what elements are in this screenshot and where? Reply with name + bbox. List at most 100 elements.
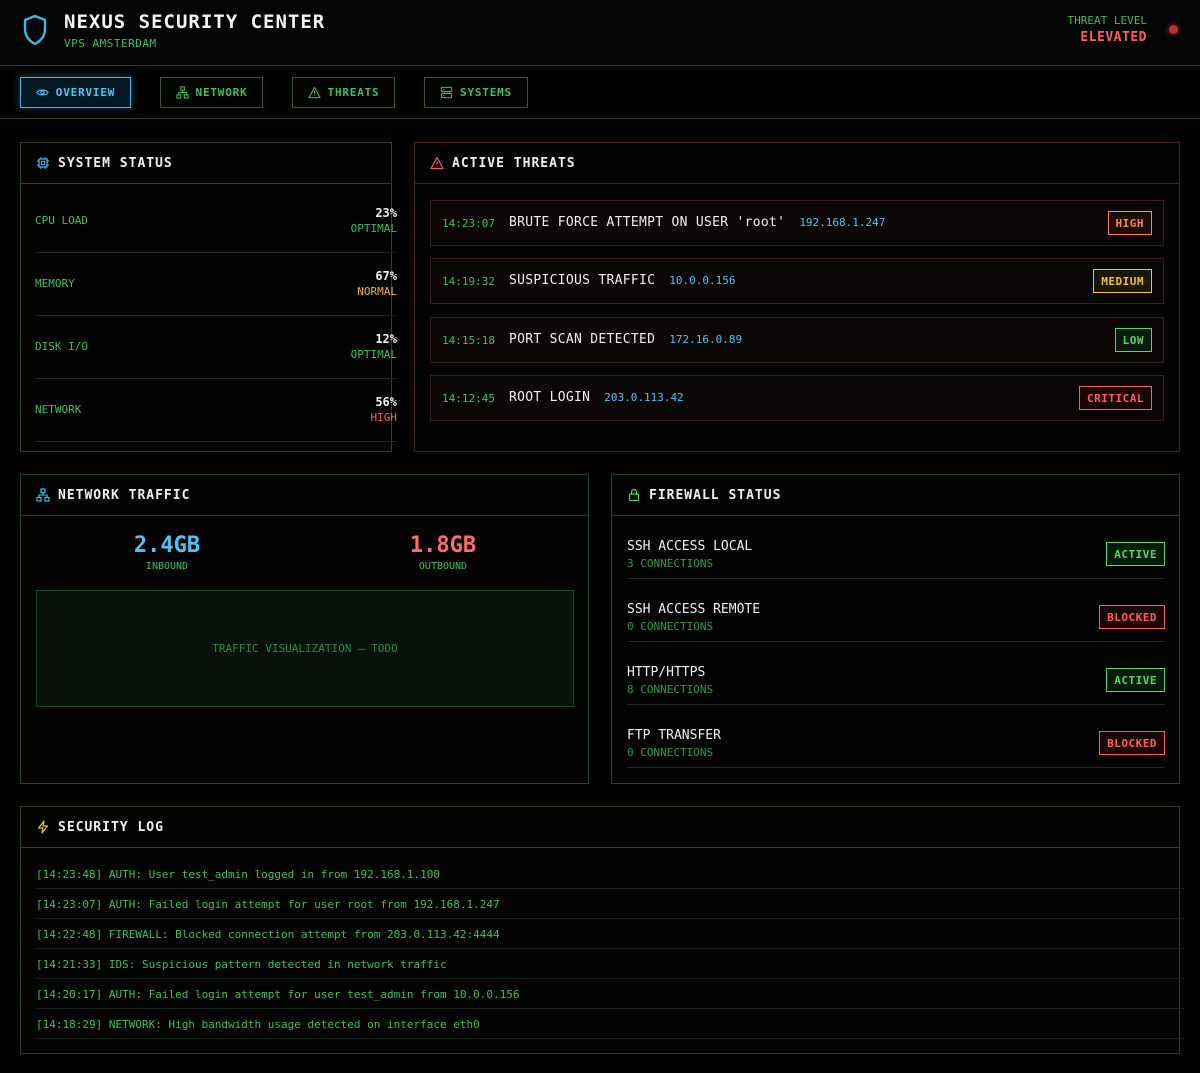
panel-header: ACTIVE THREATS [415, 143, 1179, 184]
app-header: NEXUS SECURITY CENTER VPS AMSTERDAM THRE… [0, 0, 1200, 66]
threat-ip: 172.16.0.89 [669, 333, 743, 346]
stat-name: NETWORK [35, 403, 82, 416]
threat-message: ROOT LOGIN [509, 390, 591, 405]
firewall-rule-row[interactable]: SSH ACCESS REMOTE 0 CONNECTIONS BLOCKED [627, 579, 1165, 642]
stat-state: OPTIMAL [350, 222, 397, 235]
lock-icon [628, 488, 640, 502]
threat-indicator-dot [1169, 25, 1178, 34]
stat-row-network: NETWORK 56% HIGH [35, 379, 397, 442]
app-title: NEXUS SECURITY CENTER [64, 11, 326, 33]
traffic-visualization: TRAFFIC VISUALIZATION — TODO [36, 590, 574, 707]
log-entry: [14:23:07] AUTH: Failed login attempt fo… [36, 889, 1184, 919]
tab-threats[interactable]: THREATS [292, 77, 395, 108]
outbound-value: 1.8GB [409, 533, 477, 558]
tab-bar: OVERVIEW NETWORK THREATS SYSTEMS [0, 66, 1200, 119]
rule-status-badge: BLOCKED [1099, 731, 1165, 755]
panel-title: SECURITY LOG [58, 819, 164, 835]
viz-placeholder-text: TRAFFIC VISUALIZATION — TODO [212, 642, 398, 655]
log-entry: [14:20:17] AUTH: Failed login attempt fo… [36, 979, 1184, 1009]
severity-badge: HIGH [1107, 211, 1152, 235]
rule-status-badge: ACTIVE [1106, 542, 1165, 566]
rule-name: SSH ACCESS REMOTE [627, 602, 761, 617]
inbound-value: 2.4GB [133, 533, 201, 558]
threat-time: 14:23:07 [442, 217, 495, 230]
threat-row[interactable]: 14:19:32 SUSPICIOUS TRAFFIC 10.0.0.156 ME… [430, 258, 1164, 304]
log-entry: [14:21:33] IDS: Suspicious pattern detec… [36, 949, 1184, 979]
threat-time: 14:12:45 [442, 392, 495, 405]
rule-name: HTTP/HTTPS [627, 665, 706, 680]
outbound-label: OUTBOUND [418, 561, 468, 572]
log-entry: [14:18:29] NETWORK: High bandwidth usage… [36, 1009, 1184, 1039]
network-traffic-panel: NETWORK TRAFFIC 2.4GB INBOUND 1.8GB OUTB… [20, 474, 589, 784]
threat-time: 14:19:32 [442, 275, 495, 288]
threat-time: 14:15:18 [442, 334, 495, 347]
rule-connections: 8 CONNECTIONS [627, 683, 714, 696]
stat-name: CPU LOAD [35, 214, 88, 227]
stat-value: 67% [375, 269, 397, 283]
firewall-status-panel: FIREWALL STATUS SSH ACCESS LOCAL 3 CONNE… [611, 474, 1180, 784]
stat-state: OPTIMAL [350, 348, 397, 361]
rule-name: FTP TRANSFER [627, 728, 721, 743]
panel-title: ACTIVE THREATS [452, 155, 576, 171]
log-entry: [14:23:48] AUTH: User test_admin logged … [36, 859, 1184, 889]
shield-logo-icon [23, 14, 47, 46]
stat-value: 56% [375, 395, 397, 409]
inbound-label: INBOUND [145, 561, 189, 572]
panel-header: SYSTEM STATUS [21, 143, 391, 184]
alert-triangle-icon [430, 156, 444, 170]
rule-status-badge: ACTIVE [1106, 668, 1165, 692]
threat-ip: 10.0.0.156 [669, 274, 736, 287]
stat-row-disk: DISK I/O 12% OPTIMAL [35, 316, 397, 379]
rule-connections: 0 CONNECTIONS [627, 746, 714, 759]
tab-overview[interactable]: OVERVIEW [20, 77, 131, 108]
log-entry: [14:22:48] FIREWALL: Blocked connection … [36, 919, 1184, 949]
rule-connections: 0 CONNECTIONS [627, 620, 714, 633]
security-log-panel: SECURITY LOG [14:23:48] AUTH: User test_… [20, 806, 1184, 1054]
stat-row-cpu: CPU LOAD 23% OPTIMAL [35, 190, 397, 253]
stat-row-memory: MEMORY 67% NORMAL [35, 253, 397, 316]
threat-ip: 203.0.113.42 [604, 391, 684, 404]
tab-label: SYSTEMS [460, 86, 512, 99]
tab-label: THREATS [327, 86, 380, 99]
system-status-panel: SYSTEM STATUS CPU LOAD 23% OPTIMAL MEMOR… [20, 142, 397, 452]
tab-systems[interactable]: SYSTEMS [424, 77, 528, 108]
cpu-icon [37, 157, 49, 169]
threat-row[interactable]: 14:12:45 ROOT LOGIN 203.0.113.42 CRITICAL [430, 375, 1164, 421]
threat-ip: 192.168.1.247 [799, 216, 886, 229]
firewall-rule-row[interactable]: FTP TRANSFER 0 CONNECTIONS BLOCKED [627, 705, 1165, 768]
panel-title: FIREWALL STATUS [649, 487, 782, 503]
panel-title: NETWORK TRAFFIC [58, 487, 191, 503]
severity-badge: LOW [1114, 328, 1152, 352]
threat-message: SUSPICIOUS TRAFFIC [509, 273, 656, 288]
threat-level-label: THREAT LEVEL [1067, 14, 1147, 27]
warning-icon [307, 86, 321, 99]
threat-level-value: ELEVATED [1080, 30, 1147, 45]
tab-label: NETWORK [195, 86, 248, 99]
panel-header: NETWORK TRAFFIC [21, 475, 588, 516]
panel-title: SYSTEM STATUS [58, 155, 173, 171]
stat-value: 23% [375, 206, 397, 220]
lightning-icon [37, 820, 49, 834]
tab-network[interactable]: NETWORK [160, 77, 263, 108]
tab-label: OVERVIEW [55, 86, 116, 99]
eye-icon [36, 89, 49, 96]
rule-connections: 3 CONNECTIONS [627, 557, 714, 570]
stat-state: NORMAL [357, 285, 397, 298]
active-threats-panel: ACTIVE THREATS 14:23:07 BRUTE FORCE ATTE… [414, 142, 1180, 452]
threat-message: PORT SCAN DETECTED [509, 332, 656, 347]
severity-badge: MEDIUM [1093, 269, 1152, 293]
stat-name: MEMORY [35, 277, 75, 290]
server-location: VPS AMSTERDAM [64, 37, 157, 50]
panel-header: FIREWALL STATUS [612, 475, 1179, 516]
rule-name: SSH ACCESS LOCAL [627, 539, 753, 554]
firewall-rule-row[interactable]: SSH ACCESS LOCAL 3 CONNECTIONS ACTIVE [627, 516, 1165, 579]
threat-row[interactable]: 14:23:07 BRUTE FORCE ATTEMPT ON USER 'ro… [430, 200, 1164, 246]
panel-header: SECURITY LOG [21, 807, 1179, 848]
stat-state: HIGH [370, 411, 398, 424]
threat-row[interactable]: 14:15:18 PORT SCAN DETECTED 172.16.0.89 L… [430, 317, 1164, 363]
server-icon [440, 86, 453, 99]
network-icon [36, 488, 50, 502]
threat-message: BRUTE FORCE ATTEMPT ON USER 'root' [509, 215, 786, 230]
rule-status-badge: BLOCKED [1099, 605, 1165, 629]
firewall-rule-row[interactable]: HTTP/HTTPS 8 CONNECTIONS ACTIVE [627, 642, 1165, 705]
